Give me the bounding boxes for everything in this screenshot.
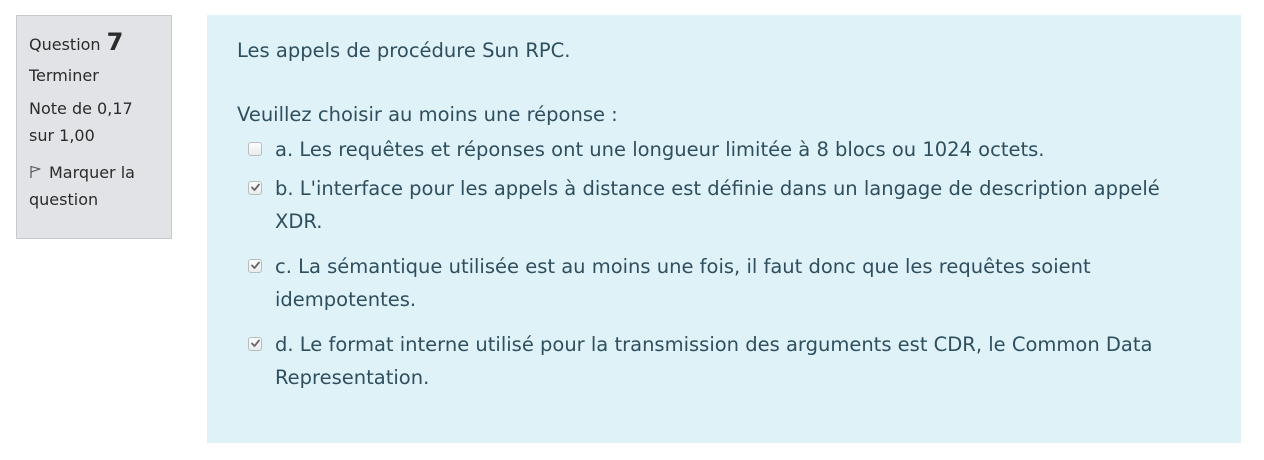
checkbox-d[interactable] [248, 337, 262, 351]
answer-label-d: d. Le format interne utilisé pour la tra… [275, 333, 1153, 389]
question-number-value: 7 [106, 28, 124, 56]
checkmark-icon [251, 339, 260, 347]
question-content: Les appels de procédure Sun RPC. Veuille… [207, 15, 1241, 443]
answer-option-b[interactable]: b. L'interface pour les appels à distanc… [237, 172, 1211, 238]
question-label: Question [29, 35, 101, 54]
question-number: Question 7 [29, 28, 171, 56]
question-grade: Note de 0,17 sur 1,00 [29, 99, 133, 145]
question-text: Les appels de procédure Sun RPC. [237, 39, 571, 62]
answer-option-c[interactable]: c. La sémantique utilisée est au moins u… [237, 250, 1211, 316]
answer-label-a: a. Les requêtes et réponses ont une long… [275, 138, 1045, 161]
answer-option-d[interactable]: d. Le format interne utilisé pour la tra… [237, 328, 1211, 394]
checkbox-a[interactable] [248, 142, 262, 156]
answer-label-b: b. L'interface pour les appels à distanc… [275, 177, 1160, 233]
flag-question-link[interactable]: Marquer la question [29, 159, 159, 213]
question-state: Terminer [29, 66, 99, 85]
checkmark-icon [251, 261, 260, 269]
checkmark-icon [251, 183, 260, 191]
flag-label: Marquer la question [29, 163, 135, 209]
answer-options: a. Les requêtes et réponses ont une long… [237, 133, 1211, 394]
flag-icon [29, 160, 43, 178]
question-info-panel: Question 7 Terminer Note de 0,17 sur 1,0… [16, 15, 172, 239]
answer-option-a[interactable]: a. Les requêtes et réponses ont une long… [237, 133, 1211, 166]
answer-label-c: c. La sémantique utilisée est au moins u… [275, 255, 1091, 311]
checkbox-c[interactable] [248, 259, 262, 273]
answer-prompt: Veuillez choisir au moins une réponse : [237, 103, 618, 126]
checkbox-b[interactable] [248, 181, 262, 195]
